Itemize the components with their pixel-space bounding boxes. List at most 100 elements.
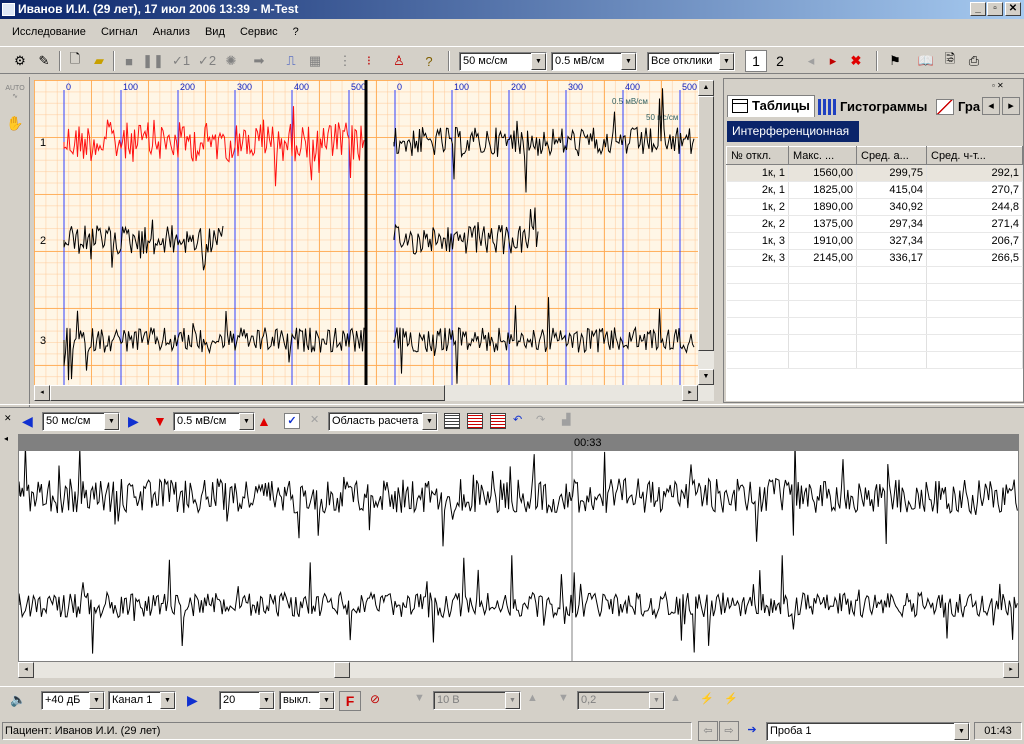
stimulus-off-icon[interactable]: ⚡ [724, 692, 738, 705]
redo-icon[interactable]: ↷ [536, 413, 545, 426]
time-scale-combo[interactable]: 50 мс/см ▼ [459, 52, 547, 71]
lower-hscroll-thumb[interactable] [334, 662, 350, 678]
close-window-button[interactable]: ✕ [1005, 2, 1021, 16]
filter-mode-combo[interactable]: выкл. ▼ [279, 691, 335, 710]
area-combo[interactable]: Область расчета ▼ [328, 412, 438, 431]
check1-icon[interactable]: ✓1 [170, 50, 192, 72]
voltage-down-icon[interactable]: ▼ [414, 692, 425, 704]
table-row[interactable]: 2к, 3 2145,00 336,17 266,5 [726, 249, 1023, 267]
arrow-right-icon[interactable]: ➡ [248, 50, 270, 72]
mark2-icon[interactable] [490, 413, 506, 429]
menu-research[interactable]: Исследование [12, 26, 86, 38]
tab-histograms[interactable]: Гистограммы [816, 97, 932, 117]
check2-icon[interactable]: ✓2 [196, 50, 218, 72]
menu-signal[interactable]: Сигнал [101, 26, 138, 38]
small-down-icon[interactable]: ▼ [558, 692, 569, 704]
col-avg-freq[interactable]: Сред. ч-т... [926, 146, 1023, 165]
col-max[interactable]: Макс. ... [788, 146, 857, 165]
time-decrease-icon[interactable]: ◀ [22, 413, 33, 430]
tools-icon[interactable]: ✎ [33, 50, 55, 72]
responses-combo[interactable]: Все отклики ▼ [647, 52, 735, 71]
lower-collapse-icon[interactable]: ◂ [4, 434, 8, 443]
probe-go-icon[interactable]: ➔ [741, 721, 763, 741]
table-row[interactable]: 2к, 2 1375,00 297,34 271,4 [726, 215, 1023, 233]
pause-icon[interactable]: ❚❚ [142, 50, 164, 72]
subtab-interference[interactable]: Интерференционная [727, 121, 859, 142]
channel-combo[interactable]: Канал 1 ▼ [108, 691, 176, 710]
page-2-button[interactable]: 2 [769, 50, 791, 72]
time-increase-icon[interactable]: ▶ [128, 413, 139, 430]
lower-signal-chart[interactable]: 00:33 [18, 434, 1019, 662]
table-row[interactable]: 1к, 3 1910,00 327,34 206,7 [726, 232, 1023, 250]
voltage-up-icon[interactable]: ▲ [527, 692, 538, 704]
open-folder-icon[interactable]: ▰ [88, 50, 110, 72]
col-response[interactable]: № откл. [726, 146, 789, 165]
help-icon[interactable]: ? [418, 50, 440, 72]
amp-scale-combo[interactable]: 0.5 мВ/см ▼ [551, 52, 637, 71]
play-icon[interactable]: ▶ [187, 692, 198, 709]
undo-icon[interactable]: ↶ [513, 413, 522, 426]
page-1-button[interactable]: 1 [745, 50, 767, 72]
voltage-combo[interactable]: 10 В ▼ [433, 691, 521, 710]
gain-combo[interactable]: +40 дБ ▼ [41, 691, 105, 710]
close-lower-icon[interactable]: ✕ [4, 413, 14, 424]
value-combo[interactable]: 20 ▼ [219, 691, 275, 710]
delete-icon[interactable]: ✖ [845, 50, 867, 72]
amp-decrease-icon[interactable]: ▼ [153, 413, 167, 429]
auto-icon[interactable]: AUTO ∿ [3, 85, 27, 107]
mark-icon[interactable] [444, 413, 460, 429]
top-hscroll-thumb[interactable] [50, 385, 445, 401]
checkbox-icon[interactable]: ✓ [284, 413, 300, 429]
col-avg-amp[interactable]: Сред. а... [856, 146, 927, 165]
small-value-combo[interactable]: 0,2 ▼ [577, 691, 665, 710]
prev-icon[interactable]: ◂ [800, 50, 822, 72]
probe-combo[interactable]: Проба 1 ▼ [766, 722, 970, 741]
grid-icon[interactable]: ▦ [304, 50, 326, 72]
signal-view-icon[interactable]: ⎍ [280, 50, 302, 72]
maximize-button[interactable]: ▫ [987, 2, 1003, 16]
lower-amp-scale-combo[interactable]: 0.5 мВ/см ▼ [173, 412, 255, 431]
clear-icon[interactable]: ✕ [310, 413, 319, 426]
marker-icon[interactable]: ⋮ [334, 50, 356, 72]
top-vscroll-thumb[interactable] [698, 96, 714, 351]
top-vscrollbar[interactable]: ▲ ▼ [698, 80, 714, 385]
menu-analysis[interactable]: Анализ [153, 26, 190, 38]
person-icon[interactable]: ♙ [388, 50, 410, 72]
top-signal-chart[interactable]: 0 100 200 300 400 500 0 100 200 300 400 500 1 2 3 0.5 м… [34, 80, 698, 385]
table-row[interactable]: 1к, 1 1560,00 299,75 292,1 [726, 164, 1023, 182]
stimulus-icon[interactable]: ⚡ [700, 692, 714, 705]
settings-icon[interactable]: ⚙ [9, 50, 31, 72]
book-icon[interactable]: 📖 [915, 50, 937, 72]
next-icon[interactable]: ▸ [822, 50, 844, 72]
marker-add-icon[interactable]: ⁝ [358, 50, 380, 72]
speaker-icon[interactable]: 🔈 [10, 692, 26, 708]
table-row[interactable]: 2к, 1 1825,00 415,04 270,7 [726, 181, 1023, 199]
new-file-icon[interactable]: 🗋 [64, 50, 86, 72]
tab-scroll-right[interactable]: ▸ [1002, 97, 1020, 115]
lamp-icon[interactable]: ✺ [220, 50, 242, 72]
table-row[interactable]: 1к, 2 1890,00 340,92 244,8 [726, 198, 1023, 216]
analyze-icon[interactable]: ▟ [562, 413, 570, 426]
probe-next-icon[interactable]: ⇨ [719, 721, 739, 741]
filter-f-button[interactable]: F [339, 691, 361, 711]
print-preview-icon[interactable]: 🗟 [939, 50, 961, 72]
menu-help[interactable]: ? [293, 26, 299, 38]
lower-hscrollbar[interactable]: ◂ ▸ [18, 662, 1019, 678]
notch-off-icon[interactable]: ⊘ [370, 692, 380, 706]
manual-icon[interactable]: ✋ [3, 115, 27, 137]
top-hscrollbar[interactable]: ◂ ▸ [34, 385, 714, 401]
menu-service[interactable]: Сервис [240, 26, 278, 38]
stop-icon[interactable]: ■ [118, 50, 140, 72]
probe-prev-icon[interactable]: ⇦ [698, 721, 718, 741]
print-icon[interactable]: ⎙ [963, 50, 985, 72]
minimize-button[interactable]: _ [970, 2, 986, 16]
lower-time-scale-combo[interactable]: 50 мс/см ▼ [42, 412, 120, 431]
tab-graphs[interactable]: Гра [934, 97, 984, 117]
flag-icon[interactable]: ⚑ [884, 50, 906, 72]
amp-increase-icon[interactable]: ▲ [257, 413, 271, 429]
tab-tables[interactable]: Таблицы [727, 95, 815, 117]
small-up-icon[interactable]: ▲ [670, 692, 681, 704]
mark1-icon[interactable] [467, 413, 483, 429]
panel-controls[interactable]: ▫ ✕ [992, 81, 1020, 91]
tab-scroll-left[interactable]: ◂ [982, 97, 1000, 115]
